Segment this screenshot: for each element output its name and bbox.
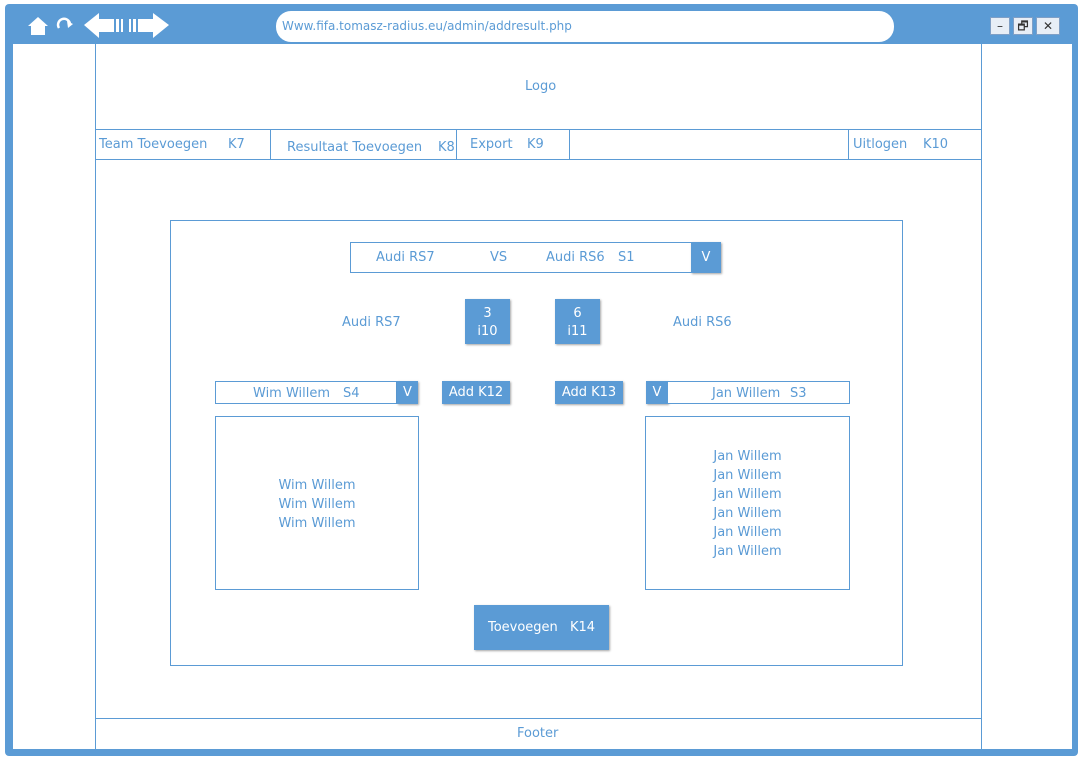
toevoegen-button-code: K14 — [569, 620, 596, 635]
list-item[interactable]: Jan Willem — [646, 504, 849, 523]
home-icon[interactable] — [28, 17, 48, 35]
match-select-vs: VS — [490, 250, 508, 265]
home-score-value: 3 — [483, 306, 492, 321]
home-player-list[interactable]: Wim Willem Wim Willem Wim Willem — [215, 416, 419, 590]
nav-item-code: K9 — [527, 137, 544, 152]
list-item[interactable]: Jan Willem — [646, 485, 849, 504]
home-player-select-code: S4 — [343, 386, 360, 401]
match-select[interactable]: Audi RS7 VS Audi RS6 S1 — [350, 242, 692, 273]
back-arrow-icon[interactable] — [84, 13, 123, 38]
browser-toolbar-icons — [28, 13, 169, 38]
close-button[interactable]: ✕ — [1036, 17, 1060, 35]
minimize-button[interactable]: – — [990, 17, 1010, 35]
home-score-code: i10 — [477, 324, 498, 339]
nav-item-team-toevoegen[interactable]: Team Toevoegen K7 — [96, 130, 270, 159]
home-player-select[interactable]: Wim Willem S4 — [215, 381, 397, 404]
away-score-code: i11 — [567, 324, 588, 339]
nav-item-label: Resultaat Toevoegen — [287, 140, 423, 155]
nav-item-code: K7 — [228, 137, 245, 152]
list-item[interactable]: Jan Willem — [646, 523, 849, 542]
footer-divider — [95, 718, 982, 719]
away-player-select[interactable]: Jan Willem S3 — [667, 381, 850, 404]
nav-item-uitlogen[interactable]: Uitlogen K10 — [849, 130, 981, 159]
home-player-dropdown-button[interactable]: V — [397, 381, 418, 404]
match-select-code: S1 — [618, 250, 635, 265]
list-item[interactable]: Jan Willem — [646, 447, 849, 466]
match-dropdown-button[interactable]: V — [691, 242, 721, 273]
refresh-icon[interactable] — [56, 17, 73, 29]
nav-item-label: Export — [470, 137, 513, 152]
list-item[interactable]: Jan Willem — [646, 466, 849, 485]
footer: Footer — [517, 726, 559, 741]
address-bar[interactable]: Www.fifa.tomasz-radius.eu/admin/addresul… — [276, 11, 894, 42]
add-home-player-button[interactable]: Add K12 — [442, 381, 510, 404]
away-player-dropdown-button[interactable]: V — [646, 381, 668, 404]
list-item[interactable]: Wim Willem — [216, 476, 418, 495]
nav-item-resultaat-toevoegen[interactable]: Resultaat Toevoegen K8 — [271, 130, 456, 159]
away-score-input[interactable]: 6 i11 — [555, 299, 600, 344]
restore-button[interactable]: 🗗 — [1013, 17, 1033, 35]
forward-arrow-icon[interactable] — [129, 13, 169, 38]
home-score-input[interactable]: 3 i10 — [465, 299, 510, 344]
match-select-home: Audi RS7 — [376, 250, 435, 265]
away-player-select-value: Jan Willem — [712, 386, 781, 401]
nav-separator — [569, 129, 570, 160]
nav-item-label: Uitlogen — [853, 137, 908, 152]
toevoegen-button[interactable]: Toevoegen K14 — [474, 605, 609, 650]
away-player-select-code: S3 — [790, 386, 807, 401]
nav-item-export[interactable]: Export K9 — [457, 130, 569, 159]
add-away-player-button[interactable]: Add K13 — [555, 381, 623, 404]
list-item[interactable]: Jan Willem — [646, 542, 849, 561]
nav-item-label: Team Toevoegen — [99, 137, 208, 152]
away-player-list[interactable]: Jan Willem Jan Willem Jan Willem Jan Wil… — [645, 416, 850, 590]
home-player-select-value: Wim Willem — [253, 386, 331, 401]
logo: Logo — [525, 79, 557, 94]
match-select-away: Audi RS6 — [546, 250, 605, 265]
list-item[interactable]: Wim Willem — [216, 514, 418, 533]
away-team-name: Audi RS6 — [673, 315, 732, 330]
nav-item-code: K10 — [923, 137, 949, 152]
home-team-name: Audi RS7 — [342, 315, 401, 330]
away-score-value: 6 — [573, 306, 582, 321]
list-item[interactable]: Wim Willem — [216, 495, 418, 514]
toevoegen-button-label: Toevoegen — [487, 620, 558, 635]
nav-item-code: K8 — [438, 140, 455, 155]
